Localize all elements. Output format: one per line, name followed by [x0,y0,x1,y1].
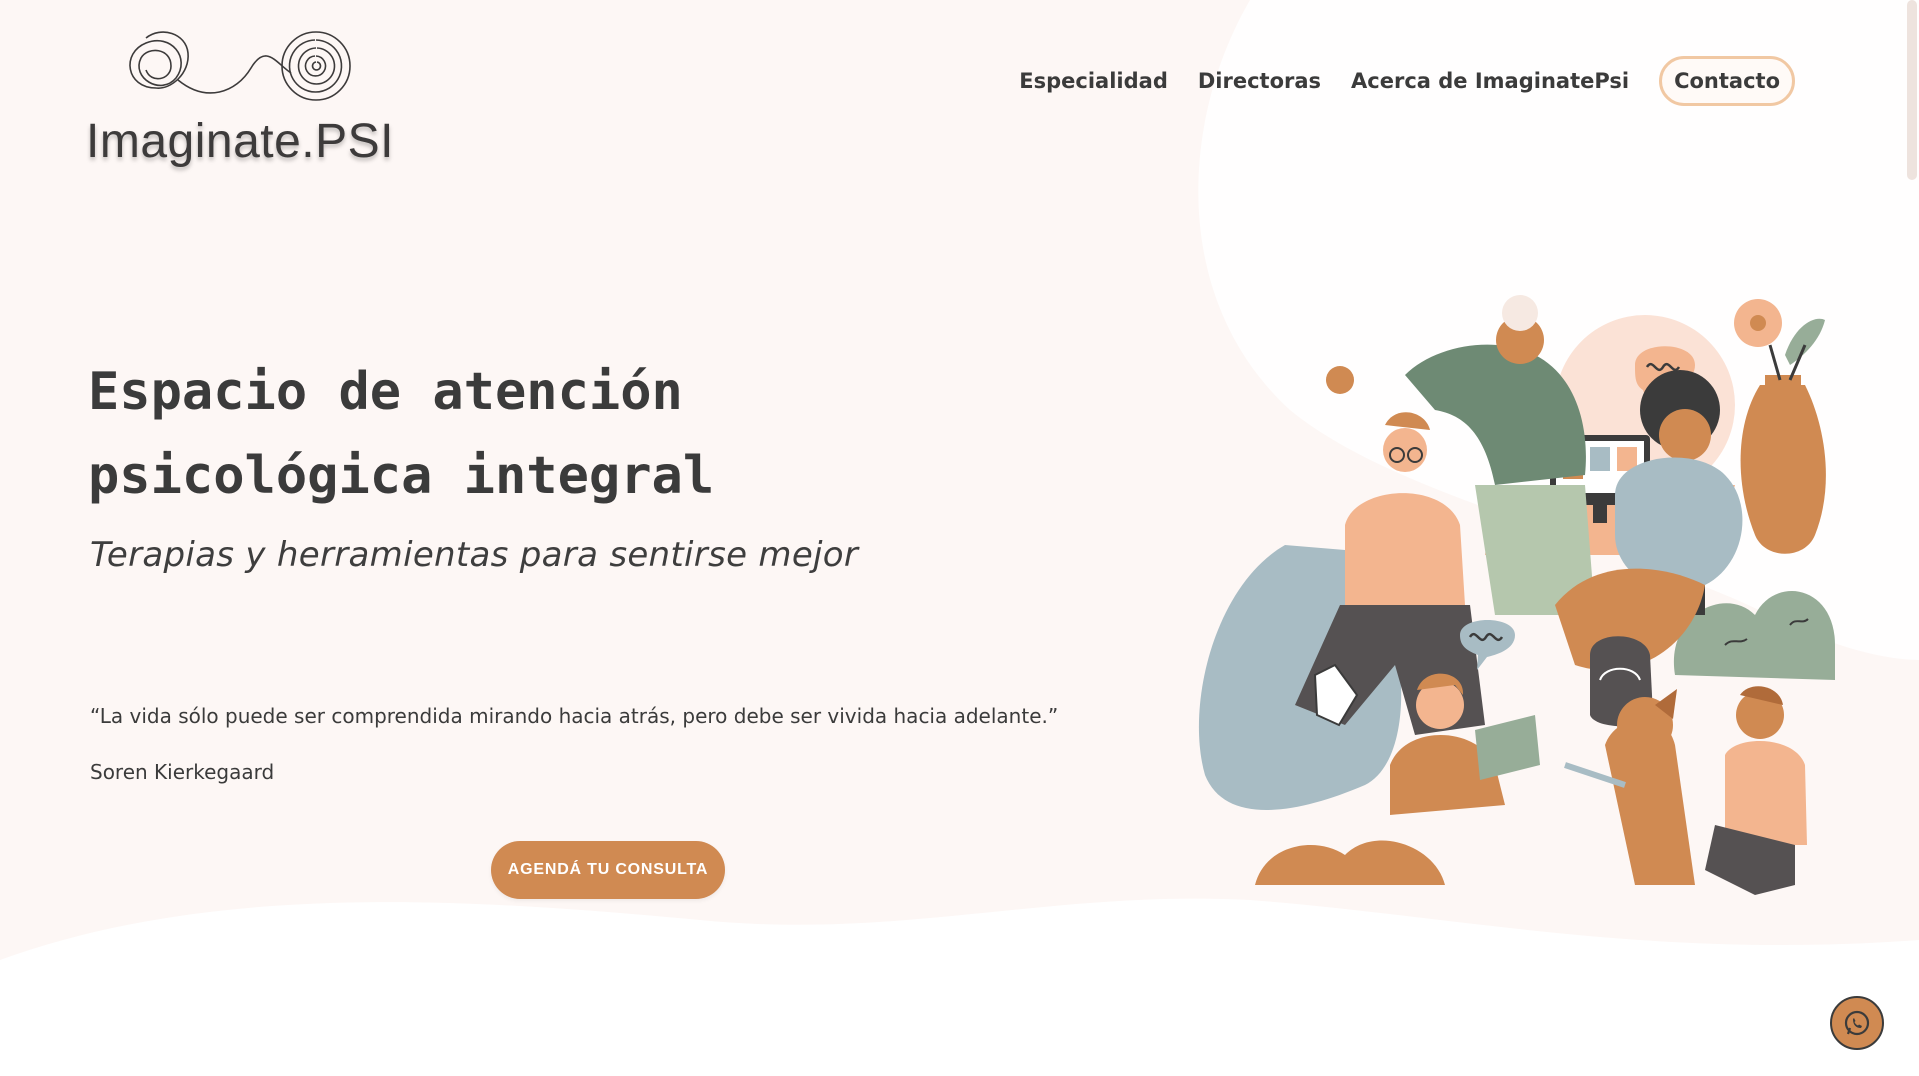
whatsapp-button[interactable] [1830,996,1884,1050]
book-consultation-button[interactable]: AGENDÁ TU CONSULTA [491,841,725,899]
hero-title: Espacio de atención psicológica integral [88,350,988,518]
hero-title-line1: Espacio de atención [88,362,683,422]
page: Imaginate.PSI Especialidad Directoras Ac… [0,0,1919,1076]
main-nav: Especialidad Directoras Acerca de Imagin… [1019,56,1795,106]
nav-especialidad[interactable]: Especialidad [1019,69,1168,93]
hero-title-line2: psicológica integral [88,446,715,506]
quote-author: Soren Kierkegaard [90,760,275,784]
scribble-spiral-logo-icon [129,31,351,101]
people-group-illustration [1198,295,1835,895]
logo[interactable]: Imaginate.PSI [86,18,394,168]
logo-text: Imaginate.PSI [86,115,394,168]
scrollbar[interactable] [1907,0,1917,180]
nav-acerca[interactable]: Acerca de ImaginatePsi [1351,69,1629,93]
whatsapp-icon [1844,1010,1870,1036]
hero-subtitle: Terapias y herramientas para sentirse me… [90,535,859,575]
contact-button[interactable]: Contacto [1659,56,1795,106]
nav-directoras[interactable]: Directoras [1198,69,1321,93]
quote-text: “La vida sólo puede ser comprendida mira… [90,704,1059,728]
